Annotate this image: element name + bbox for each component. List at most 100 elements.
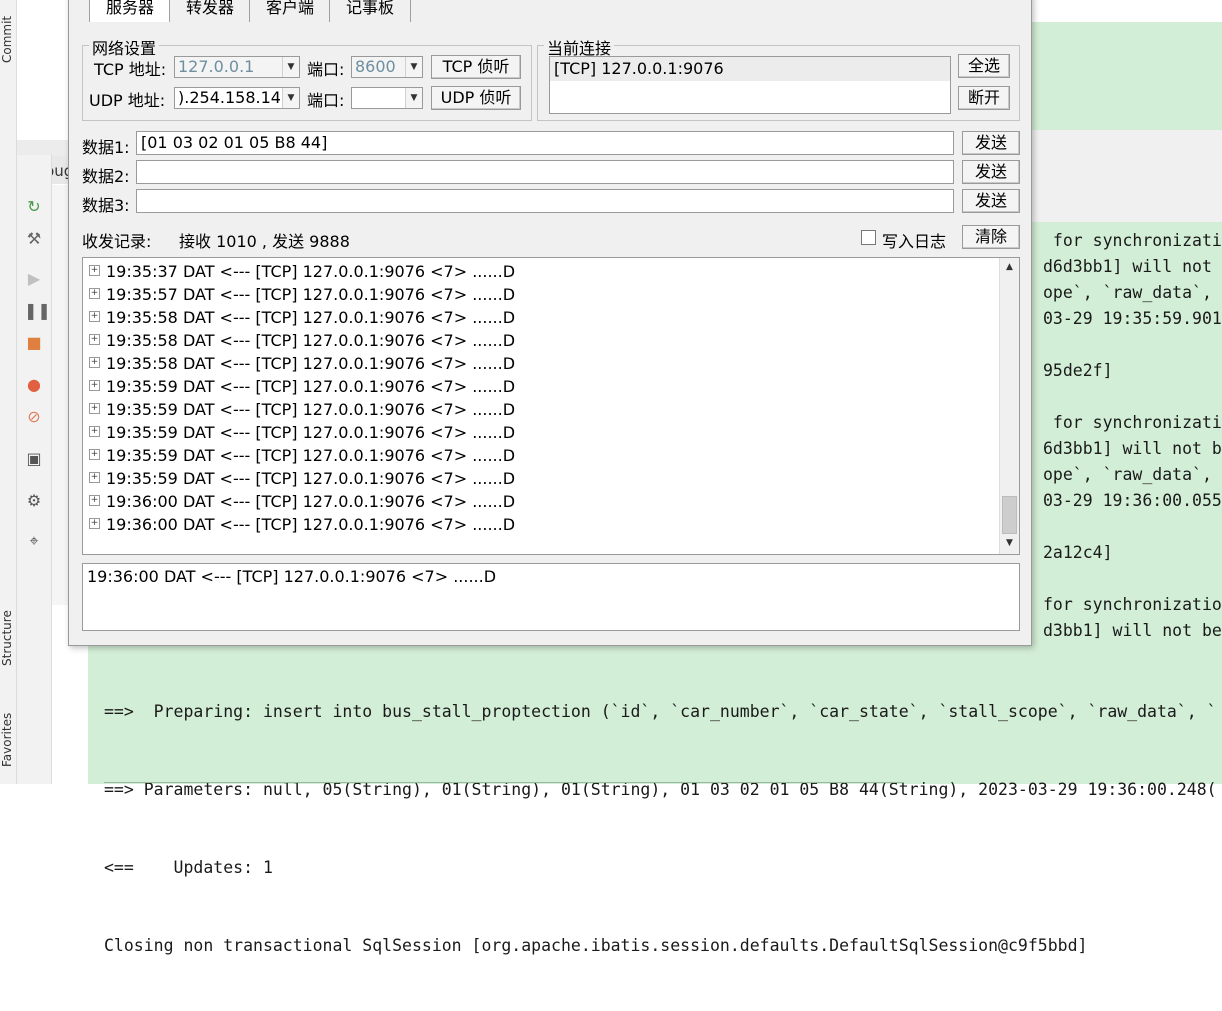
select-all-button[interactable]: 全选 xyxy=(958,54,1010,78)
console-line-fragment xyxy=(1043,384,1222,410)
console-line-fragment xyxy=(1043,514,1222,540)
log-entry-text: 19:35:59 DAT <--- [TCP] 127.0.0.1:9076 <… xyxy=(106,469,516,488)
log-entry-text: 19:35:58 DAT <--- [TCP] 127.0.0.1:9076 <… xyxy=(106,354,516,373)
log-entry-text: 19:36:00 DAT <--- [TCP] 127.0.0.1:9076 <… xyxy=(106,492,516,511)
log-entry[interactable]: +19:36:00 DAT <--- [TCP] 127.0.0.1:9076 … xyxy=(89,490,515,513)
console-line-fragment: for synchronizatio xyxy=(1043,413,1222,432)
expand-icon[interactable]: + xyxy=(89,518,100,529)
tcp-port-value: 8600 xyxy=(355,57,396,76)
expand-icon[interactable]: + xyxy=(89,495,100,506)
gear-icon[interactable]: ⚙ xyxy=(24,491,44,511)
tcp-address-combo[interactable]: 127.0.0.1 ▼ xyxy=(174,56,300,78)
log-entry[interactable]: +19:35:58 DAT <--- [TCP] 127.0.0.1:9076 … xyxy=(89,329,515,352)
resume-icon[interactable]: ▶ xyxy=(24,269,44,289)
rerun-icon[interactable]: ↻ xyxy=(24,197,44,217)
console-line-fragment: d3bb1] will not be xyxy=(1043,621,1222,640)
data2-input[interactable] xyxy=(136,160,954,184)
expand-icon[interactable]: + xyxy=(89,357,100,368)
console-line-fragment: ope`, `raw_data`, ` xyxy=(1043,465,1222,484)
log-entry[interactable]: +19:35:59 DAT <--- [TCP] 127.0.0.1:9076 … xyxy=(89,398,515,421)
disconnect-button[interactable]: 断开 xyxy=(958,86,1010,110)
ide-panel-divider xyxy=(1030,130,1222,222)
ide-editor-highlight xyxy=(1030,22,1222,130)
data1-input[interactable]: [01 03 02 01 05 B8 44] xyxy=(136,131,954,155)
commit-tool-tab[interactable]: Commit xyxy=(0,4,16,74)
log-stats: 接收 1010 , 发送 9888 xyxy=(179,232,350,251)
expand-icon[interactable]: + xyxy=(89,265,100,276)
favorites-tool-tab[interactable]: Favorites xyxy=(0,700,16,780)
chevron-down-icon[interactable]: ▼ xyxy=(405,88,422,108)
udp-address-label: UDP 地址: xyxy=(89,91,166,110)
log-detail-text: 19:36:00 DAT <--- [TCP] 127.0.0.1:9076 <… xyxy=(87,567,497,586)
expand-icon[interactable]: + xyxy=(89,472,100,483)
log-entry-text: 19:35:59 DAT <--- [TCP] 127.0.0.1:9076 <… xyxy=(106,423,516,442)
udp-port-combo[interactable]: ▼ xyxy=(351,87,423,109)
scroll-down-icon[interactable]: ▼ xyxy=(1001,535,1018,552)
expand-icon[interactable]: + xyxy=(89,380,100,391)
tcp-port-combo[interactable]: 8600 ▼ xyxy=(351,56,423,78)
console-line-fragment: for synchronization xyxy=(1043,595,1222,614)
expand-icon[interactable]: + xyxy=(89,334,100,345)
data2-label: 数据2: xyxy=(82,167,130,186)
console-line-fragment: 95de2f] xyxy=(1043,361,1113,380)
log-entry-text: 19:35:58 DAT <--- [TCP] 127.0.0.1:9076 <… xyxy=(106,331,516,350)
log-title: 收发记录: xyxy=(82,232,152,251)
tcp-listen-button[interactable]: TCP 侦听 xyxy=(431,55,521,79)
log-entry[interactable]: +19:35:59 DAT <--- [TCP] 127.0.0.1:9076 … xyxy=(89,467,515,490)
data1-label: 数据1: xyxy=(82,138,130,157)
pin-icon[interactable]: ⌖ xyxy=(24,531,44,551)
log-entry[interactable]: +19:35:59 DAT <--- [TCP] 127.0.0.1:9076 … xyxy=(89,444,515,467)
clear-button[interactable]: 清除 xyxy=(962,225,1020,249)
log-entry[interactable]: +19:35:58 DAT <--- [TCP] 127.0.0.1:9076 … xyxy=(89,352,515,375)
view-breakpoints-icon[interactable]: ● xyxy=(24,375,44,395)
settings-wrench-icon[interactable]: ⚒ xyxy=(24,229,44,249)
tab-client[interactable]: 客户端 xyxy=(249,0,331,22)
log-tree[interactable]: ▲ ▼ +19:35:37 DAT <--- [TCP] 127.0.0.1:9… xyxy=(82,257,1020,555)
log-scrollbar[interactable]: ▲ ▼ xyxy=(999,258,1019,554)
write-log-checkbox[interactable] xyxy=(861,230,876,245)
scroll-thumb[interactable] xyxy=(1002,496,1017,534)
expand-icon[interactable]: + xyxy=(89,288,100,299)
expand-icon[interactable]: + xyxy=(89,426,100,437)
log-entry[interactable]: +19:35:57 DAT <--- [TCP] 127.0.0.1:9076 … xyxy=(89,283,515,306)
tab-forwarder[interactable]: 转发器 xyxy=(169,0,251,22)
chevron-down-icon[interactable]: ▼ xyxy=(282,88,299,108)
log-entry-text: 19:35:57 DAT <--- [TCP] 127.0.0.1:9076 <… xyxy=(106,285,516,304)
connection-item[interactable]: [TCP] 127.0.0.1:9076 xyxy=(550,57,950,81)
connections-list[interactable]: [TCP] 127.0.0.1:9076 xyxy=(549,56,951,114)
camera-icon[interactable]: ▣ xyxy=(24,449,44,469)
network-settings-group: 网络设置 TCP 地址: 127.0.0.1 ▼ 端口: 8600 ▼ TCP … xyxy=(82,35,532,121)
log-entry[interactable]: +19:36:00 DAT <--- [TCP] 127.0.0.1:9076 … xyxy=(89,513,515,536)
expand-icon[interactable]: + xyxy=(89,403,100,414)
data1-send-button[interactable]: 发送 xyxy=(962,131,1020,155)
console-line: ==> Preparing: insert into bus_stall_pro… xyxy=(104,702,1217,721)
data3-input[interactable] xyxy=(136,189,954,213)
data3-label: 数据3: xyxy=(82,196,130,215)
tab-notepad[interactable]: 记事板 xyxy=(329,0,411,22)
log-entry[interactable]: +19:35:59 DAT <--- [TCP] 127.0.0.1:9076 … xyxy=(89,421,515,444)
log-detail-box: 19:36:00 DAT <--- [TCP] 127.0.0.1:9076 <… xyxy=(82,563,1020,631)
console-line-fragment: 03-29 19:36:00.055( xyxy=(1043,491,1222,510)
udp-port-label: 端口: xyxy=(307,91,345,110)
chevron-down-icon[interactable]: ▼ xyxy=(405,57,422,77)
chevron-down-icon[interactable]: ▼ xyxy=(282,57,299,77)
data3-send-button[interactable]: 发送 xyxy=(962,189,1020,213)
tab-server[interactable]: 服务器 xyxy=(89,0,171,22)
log-entry[interactable]: +19:35:37 DAT <--- [TCP] 127.0.0.1:9076 … xyxy=(89,260,515,283)
udp-address-combo[interactable]: ).254.158.141 ▼ xyxy=(174,87,300,109)
expand-icon[interactable]: + xyxy=(89,311,100,322)
ide-left-sidebar: Commit Structure Favorites xyxy=(0,0,17,784)
mute-breakpoints-icon[interactable]: ⊘ xyxy=(24,407,44,427)
udp-listen-button[interactable]: UDP 侦听 xyxy=(431,86,521,110)
log-entry[interactable]: +19:35:59 DAT <--- [TCP] 127.0.0.1:9076 … xyxy=(89,375,515,398)
console-line-fragment xyxy=(1043,332,1222,358)
pause-icon[interactable]: ❚❚ xyxy=(24,301,51,321)
structure-tool-tab[interactable]: Structure xyxy=(0,598,16,678)
scroll-up-icon[interactable]: ▲ xyxy=(1001,259,1018,276)
expand-icon[interactable]: + xyxy=(89,449,100,460)
data2-send-button[interactable]: 发送 xyxy=(962,160,1020,184)
current-connections-group: 当前连接 [TCP] 127.0.0.1:9076 全选 断开 xyxy=(537,35,1020,121)
log-entry[interactable]: +19:35:58 DAT <--- [TCP] 127.0.0.1:9076 … xyxy=(89,306,515,329)
console-line-fragment xyxy=(1043,566,1222,592)
stop-icon[interactable]: ■ xyxy=(24,333,44,353)
